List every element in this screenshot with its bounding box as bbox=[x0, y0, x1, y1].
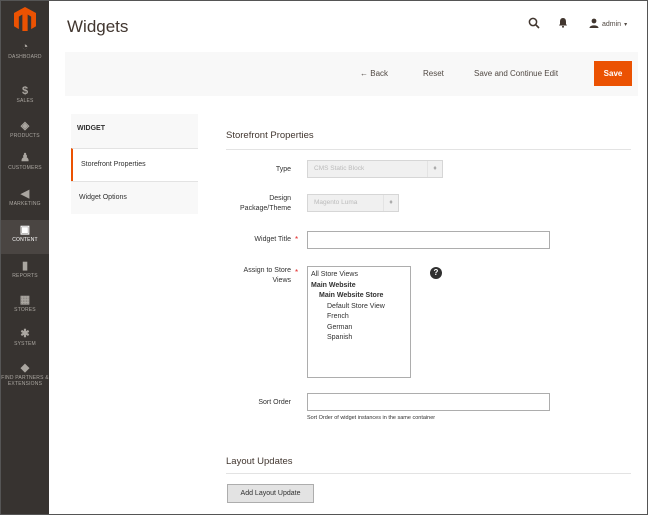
required-marker: * bbox=[295, 268, 299, 277]
sidebar-item-label: STORES bbox=[14, 307, 36, 313]
required-marker: * bbox=[295, 235, 299, 244]
design-theme-value: Magento Luma bbox=[314, 199, 358, 206]
customers-icon: ♟ bbox=[20, 152, 30, 164]
tab-storefront-properties[interactable]: Storefront Properties bbox=[71, 148, 198, 181]
store-views-option[interactable]: All Store Views bbox=[311, 270, 407, 281]
sidebar-item-stores[interactable]: ▦ STORES bbox=[1, 290, 49, 324]
store-views-option[interactable]: Default Store View bbox=[311, 302, 407, 313]
reports-icon: ▮ bbox=[21, 260, 29, 272]
sidebar-item-label: FIND PARTNERS & EXTENSIONS bbox=[1, 375, 49, 387]
bell-icon[interactable] bbox=[558, 17, 570, 29]
sidebar-item-marketing[interactable]: ◀ MARKETING bbox=[1, 184, 49, 218]
admin-sidebar: ◔ DASHBOARD $ SALES ◈ PRODUCTS ♟ CUSTOMERS ◀ MARK… bbox=[1, 1, 49, 514]
marketing-icon: ◀ bbox=[20, 188, 30, 200]
sidebar-item-label: MARKETING bbox=[9, 201, 41, 207]
sidebar-item-label: PRODUCTS bbox=[10, 133, 40, 139]
reset-button[interactable]: Reset bbox=[423, 69, 444, 78]
back-button[interactable]: ← Back bbox=[360, 69, 388, 78]
sidebar-item-label: SALES bbox=[16, 98, 34, 104]
sidebar-item-find[interactable]: ◆ FIND PARTNERS & EXTENSIONS bbox=[1, 358, 49, 398]
sidebar-item-label: SYSTEM bbox=[14, 341, 36, 347]
app-window: ◔ DASHBOARD $ SALES ◈ PRODUCTS ♟ CUSTOMERS ◀ MARK… bbox=[0, 0, 648, 515]
sidebar-item-dashboard[interactable]: ◔ DASHBOARD bbox=[1, 37, 49, 71]
save-button[interactable]: Save bbox=[594, 61, 632, 86]
sidebar-item-reports[interactable]: ▮ REPORTS bbox=[1, 256, 49, 290]
partners-icon: ◆ bbox=[20, 362, 30, 374]
system-icon: ✱ bbox=[20, 328, 30, 340]
sidebar-item-label: REPORTS bbox=[12, 273, 38, 279]
store-views-multiselect[interactable]: All Store Views Main Website Main Website … bbox=[307, 266, 411, 378]
section-divider bbox=[226, 149, 631, 150]
save-continue-button[interactable]: Save and Continue Edit bbox=[474, 69, 558, 78]
store-views-option[interactable]: French bbox=[311, 312, 407, 323]
sidebar-item-content[interactable]: ▣ CONTENT bbox=[1, 220, 49, 254]
widget-tabs: WIDGET Storefront Properties Widget Opti… bbox=[71, 114, 198, 214]
arrow-left-icon: ← bbox=[360, 69, 368, 78]
sidebar-item-system[interactable]: ✱ SYSTEM bbox=[1, 324, 49, 358]
widget-title-label: Widget Title bbox=[254, 236, 291, 243]
admin-user-menu[interactable]: admin ▾ bbox=[589, 18, 627, 31]
store-views-group: Main Website Store bbox=[319, 292, 384, 299]
section-divider bbox=[226, 473, 631, 474]
tab-widget-options[interactable]: Widget Options bbox=[71, 181, 198, 214]
section-title-layout: Layout Updates bbox=[226, 456, 293, 467]
sort-order-label: Sort Order bbox=[258, 399, 291, 406]
magento-logo-icon bbox=[14, 7, 36, 31]
chevron-down-icon: ♦ bbox=[427, 161, 442, 177]
products-icon: ◈ bbox=[20, 120, 30, 132]
stores-icon: ▦ bbox=[19, 294, 31, 306]
sidebar-item-sales[interactable]: $ SALES bbox=[1, 81, 49, 115]
dashboard-icon: ◔ bbox=[21, 41, 29, 53]
page-title: Widgets bbox=[67, 17, 129, 36]
section-title-storefront: Storefront Properties bbox=[226, 130, 314, 141]
sidebar-item-products[interactable]: ◈ PRODUCTS bbox=[1, 116, 49, 150]
help-icon[interactable]: ? bbox=[430, 267, 442, 279]
sort-order-input[interactable] bbox=[307, 393, 550, 411]
chevron-down-icon: ▾ bbox=[624, 22, 628, 28]
sidebar-item-label: CONTENT bbox=[12, 237, 38, 243]
assign-store-views-label: Assign to Store Views bbox=[243, 267, 291, 284]
user-icon bbox=[589, 18, 599, 31]
type-select-value: CMS Static Block bbox=[314, 165, 365, 172]
content-icon: ▣ bbox=[19, 224, 31, 236]
sort-order-note: Sort Order of widget instances in the sa… bbox=[307, 415, 436, 421]
type-select[interactable]: CMS Static Block ♦ bbox=[307, 160, 443, 178]
widget-title-input[interactable] bbox=[307, 231, 550, 249]
sidebar-item-label: CUSTOMERS bbox=[8, 165, 42, 171]
tabs-heading: WIDGET bbox=[71, 114, 198, 148]
type-label: Type bbox=[275, 166, 291, 173]
design-label: Design Package/Theme bbox=[240, 195, 291, 212]
store-views-option[interactable]: German bbox=[311, 323, 407, 334]
sidebar-item-label: DASHBOARD bbox=[8, 54, 42, 60]
add-layout-update-button[interactable]: Add Layout Update bbox=[227, 484, 314, 503]
admin-username: admin bbox=[602, 21, 622, 28]
sales-icon: $ bbox=[21, 85, 29, 97]
store-views-option[interactable]: Spanish bbox=[311, 333, 407, 344]
sidebar-item-customers[interactable]: ♟ CUSTOMERS bbox=[1, 148, 49, 182]
chevron-down-icon: ♦ bbox=[383, 195, 398, 211]
store-views-group: Main Website bbox=[311, 281, 356, 289]
magento-logo[interactable] bbox=[1, 1, 49, 37]
design-theme-select[interactable]: Magento Luma ♦ bbox=[307, 194, 399, 212]
search-icon[interactable] bbox=[528, 17, 540, 29]
